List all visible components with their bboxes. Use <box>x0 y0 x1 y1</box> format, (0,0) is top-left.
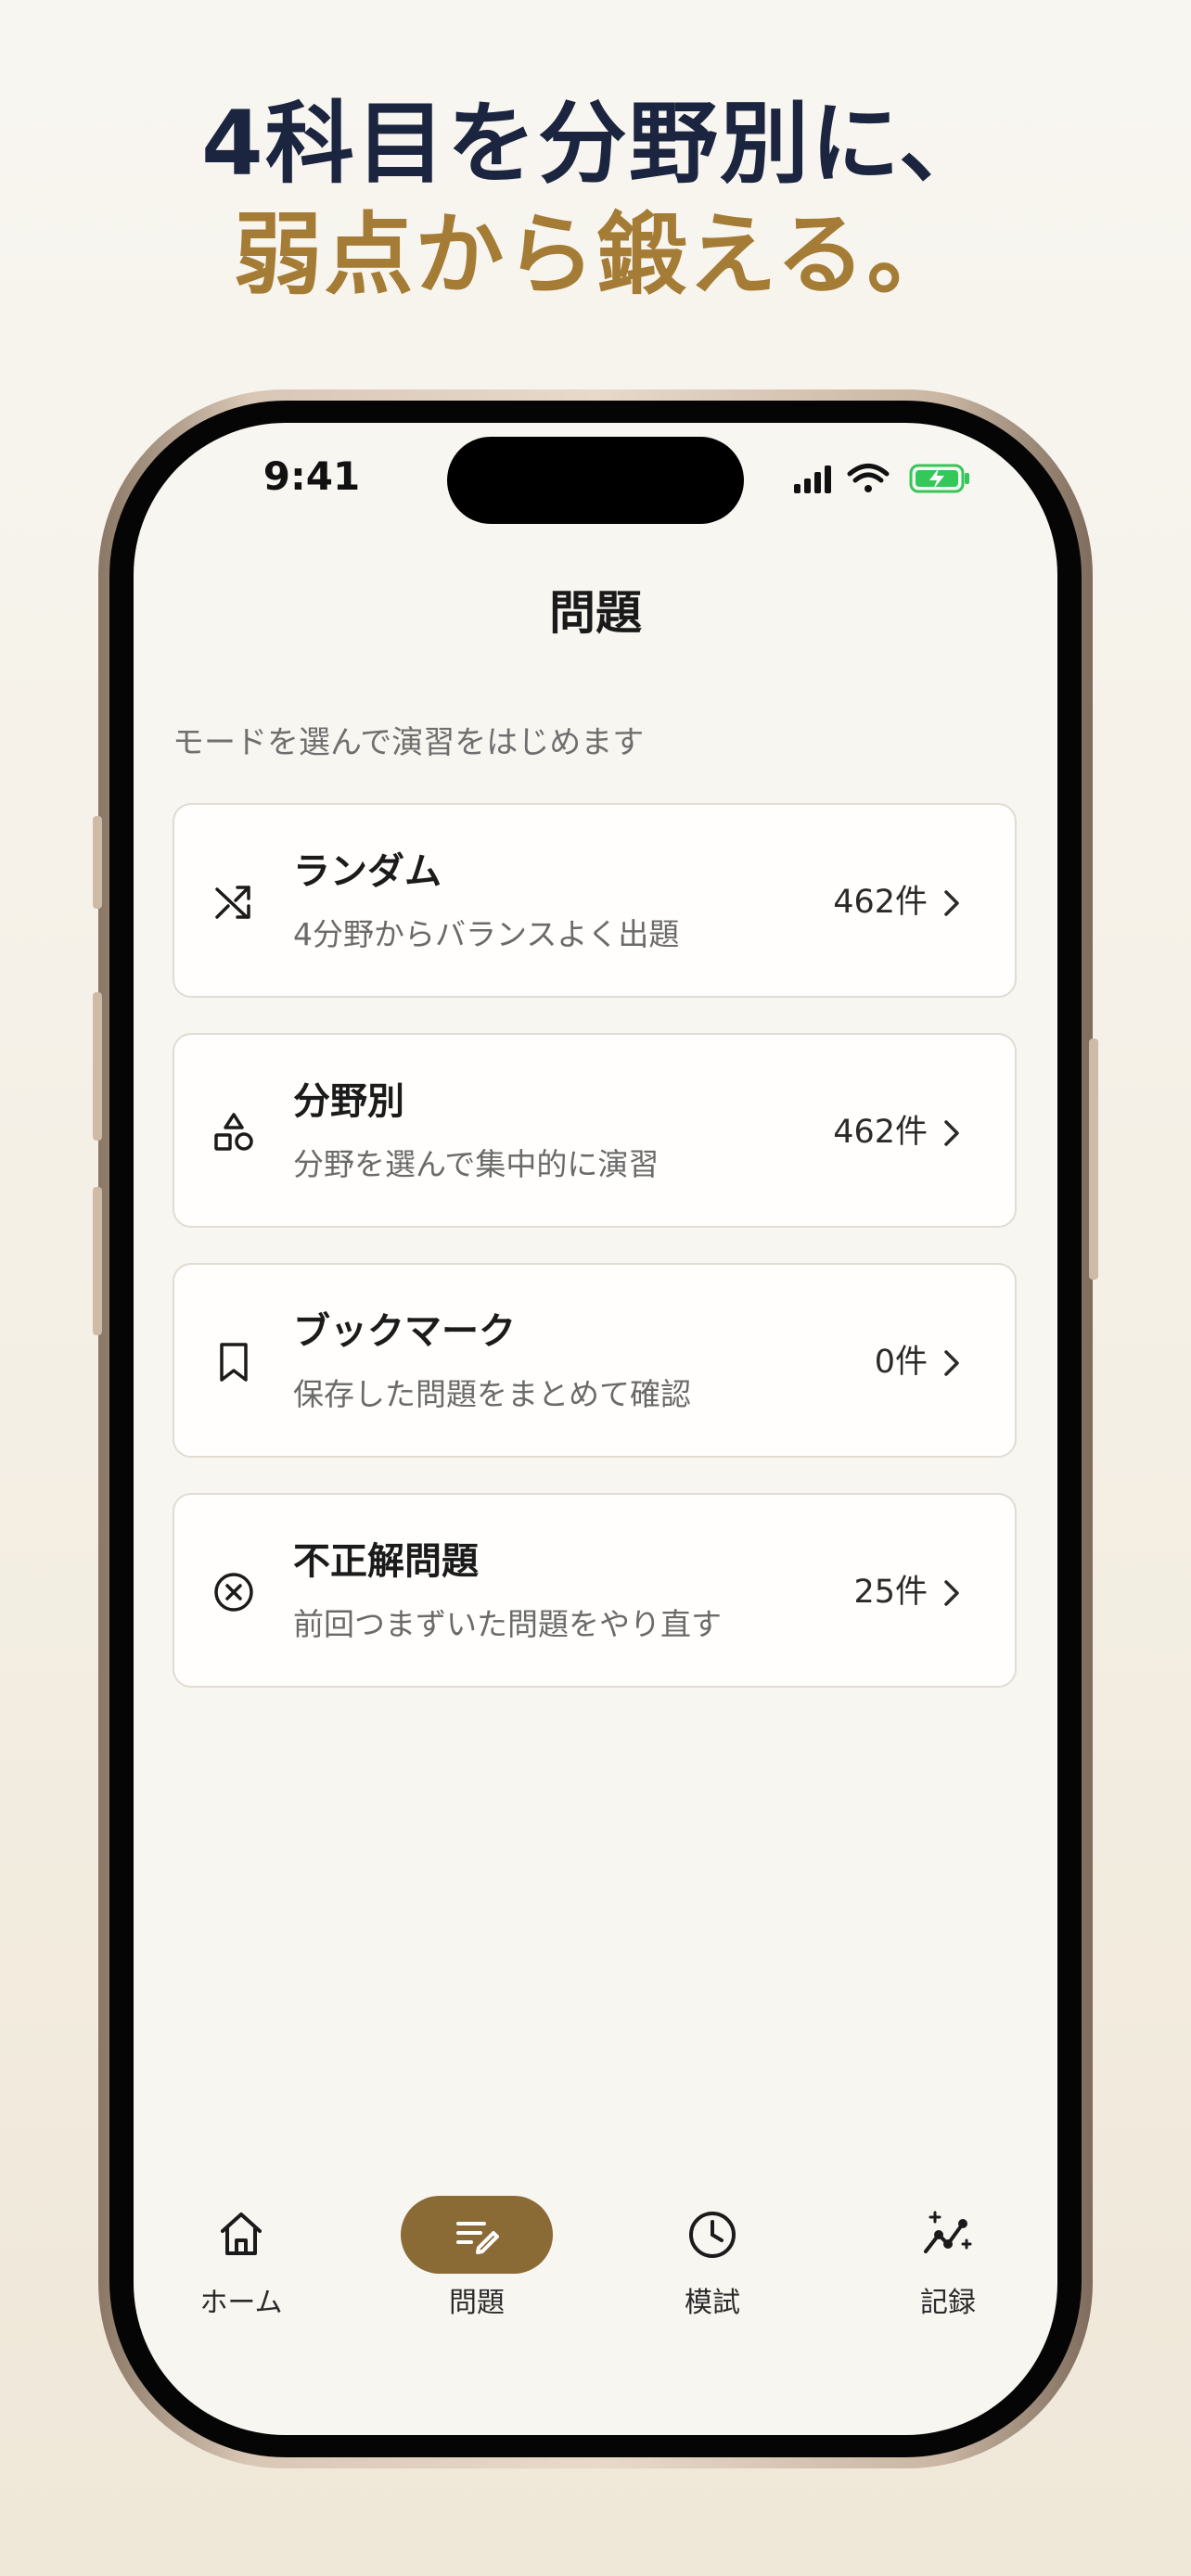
tab-questions[interactable]: 問題 <box>384 2196 570 2342</box>
mode-hint-text: モードを選んで演習をはじめます <box>173 724 645 761</box>
mode-title: ランダム <box>293 850 442 893</box>
mode-description: 前回つまずいた問題をやり直す <box>293 1606 722 1642</box>
home-icon <box>221 2213 262 2255</box>
mode-card-by-field[interactable]: 分野別 分野を選んで集中的に演習 462件 <box>173 1033 1017 1228</box>
tab-label: 模試 <box>685 2287 740 2319</box>
power-button <box>1089 1039 1098 1280</box>
wifi-icon <box>847 464 890 492</box>
chevron-right-icon <box>944 1580 959 1606</box>
mute-switch <box>93 816 102 909</box>
page-title: 問題 <box>549 585 642 640</box>
clock-icon <box>689 2212 736 2258</box>
tab-label: 問題 <box>449 2287 505 2319</box>
volume-down-button <box>93 1187 102 1335</box>
mode-title: 不正解問題 <box>293 1540 479 1583</box>
mode-count: 25件 <box>853 1574 928 1611</box>
app-screen: 9:41 問題 モードを選んで演習をはじめます ランダム 4分野からバランスよく… <box>134 423 1057 2435</box>
tab-mock-exam[interactable]: 模試 <box>620 2203 805 2342</box>
tab-home[interactable]: ホーム <box>148 2203 334 2342</box>
signal-icon <box>794 465 831 493</box>
mode-count: 462件 <box>833 1114 928 1151</box>
mode-card-bookmark[interactable]: ブックマーク 保存した問題をまとめて確認 0件 <box>173 1263 1017 1458</box>
mode-description: 4分野からバランスよく出題 <box>293 916 680 952</box>
chevron-right-icon <box>944 1350 959 1376</box>
mode-card-random[interactable]: ランダム 4分野からバランスよく出題 462件 <box>173 803 1017 998</box>
status-time: 9:41 <box>263 453 361 499</box>
volume-up-button <box>93 992 102 1141</box>
mode-card-incorrect[interactable]: 不正解問題 前回つまずいた問題をやり直す 25件 <box>173 1493 1017 1688</box>
mode-description: 分野を選んで集中的に演習 <box>293 1146 660 1182</box>
shapes-icon <box>214 1113 253 1151</box>
promo-headline: 4科目を分野別に、 弱点から鍛える。 <box>0 88 1191 311</box>
tab-label: 記録 <box>920 2287 976 2319</box>
dynamic-island <box>447 437 744 524</box>
tab-label: ホーム <box>199 2287 283 2319</box>
mode-count: 0件 <box>874 1344 928 1381</box>
mode-title: ブックマーク <box>293 1310 516 1353</box>
x-circle-icon <box>214 1573 253 1612</box>
chevron-right-icon <box>944 1120 959 1146</box>
mode-description: 保存した問題をまとめて確認 <box>293 1376 691 1412</box>
mode-title: 分野別 <box>293 1080 404 1123</box>
edit-list-icon <box>456 2222 499 2254</box>
status-icons <box>794 464 969 493</box>
battery-icon <box>909 464 969 493</box>
tab-bar: ホーム 問題 模試 記録 <box>134 2196 1057 2370</box>
mode-count: 462件 <box>833 884 928 921</box>
bookmark-icon <box>220 1343 248 1382</box>
headline-line-2: 弱点から鍛える。 <box>233 203 958 307</box>
chevron-right-icon <box>944 890 959 916</box>
chart-sparkle-icon <box>924 2211 972 2253</box>
headline-line-1: 4科目を分野別に、 <box>201 92 990 196</box>
tab-records[interactable]: 記録 <box>855 2203 1041 2342</box>
shuffle-icon <box>215 886 250 919</box>
